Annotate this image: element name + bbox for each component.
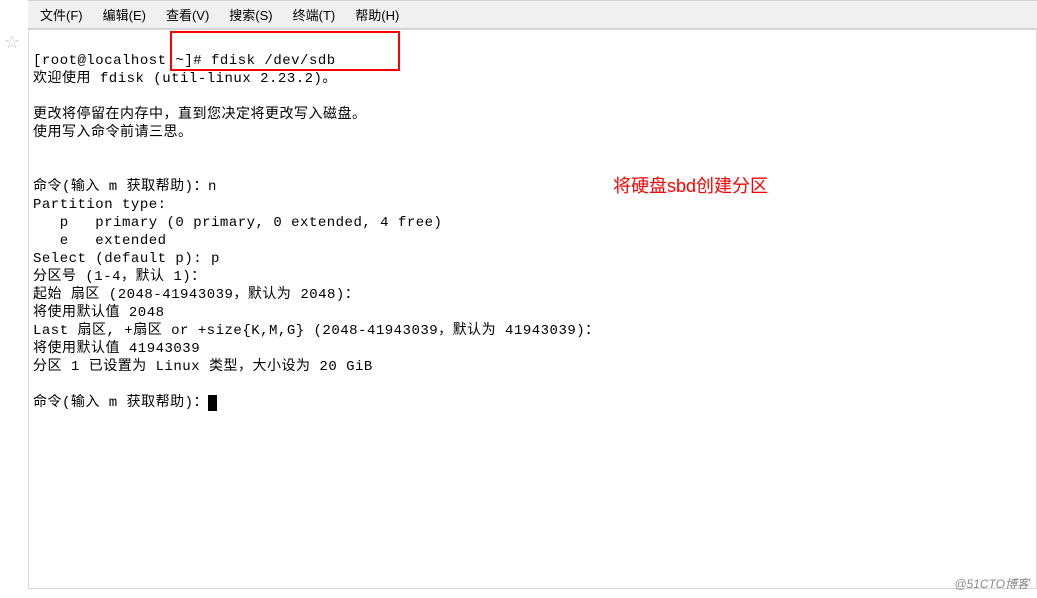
menu-help[interactable]: 帮助(H) xyxy=(351,3,403,26)
annotation-text: 将硬盘sbd创建分区 xyxy=(613,172,768,198)
terminal-line: 欢迎使用 fdisk (util-linux 2.23.2)。 xyxy=(33,71,337,87)
terminal-line: 起始 扇区 (2048-41943039，默认为 2048)： xyxy=(33,287,359,303)
terminal-line: e extended xyxy=(33,233,167,249)
terminal-line: 分区号 (1-4，默认 1)： xyxy=(33,269,206,285)
terminal-line: 将使用默认值 2048 xyxy=(33,305,165,321)
menu-search[interactable]: 搜索(S) xyxy=(225,3,276,26)
terminal-line: p primary (0 primary, 0 extended, 4 free… xyxy=(33,215,442,231)
terminal-line: Select (default p): p xyxy=(33,251,220,267)
watermark: @51CTO博客 xyxy=(954,575,1029,592)
menu-file[interactable]: 文件(F) xyxy=(36,3,87,26)
menu-view[interactable]: 查看(V) xyxy=(162,3,213,26)
menu-terminal[interactable]: 终端(T) xyxy=(289,3,340,26)
terminal-line: 使用写入命令前请三思。 xyxy=(33,125,193,141)
terminal-line: 将使用默认值 41943039 xyxy=(33,341,200,357)
terminal-line: [root@localhost ~]# fdisk /dev/sdb xyxy=(33,53,336,69)
star-icon: ☆ xyxy=(4,32,20,53)
menubar: 文件(F) 编辑(E) 查看(V) 搜索(S) 终端(T) 帮助(H) xyxy=(28,0,1037,29)
terminal-line: 命令(输入 m 获取帮助)： xyxy=(33,395,208,411)
terminal-line: 命令(输入 m 获取帮助)：n xyxy=(33,179,217,195)
terminal-line: 分区 1 已设置为 Linux 类型，大小设为 20 GiB xyxy=(33,359,373,375)
terminal-line: 更改将停留在内存中，直到您决定将更改写入磁盘。 xyxy=(33,107,367,123)
terminal-line: Last 扇区, +扇区 or +size{K,M,G} (2048-41943… xyxy=(33,323,600,339)
terminal-area[interactable]: 将硬盘sbd创建分区 [root@localhost ~]# fdisk /de… xyxy=(28,29,1037,589)
terminal-output: [root@localhost ~]# fdisk /dev/sdb 欢迎使用 … xyxy=(29,30,1036,434)
terminal-line: Partition type: xyxy=(33,197,167,213)
cursor-icon xyxy=(208,395,217,411)
menu-edit[interactable]: 编辑(E) xyxy=(99,3,150,26)
